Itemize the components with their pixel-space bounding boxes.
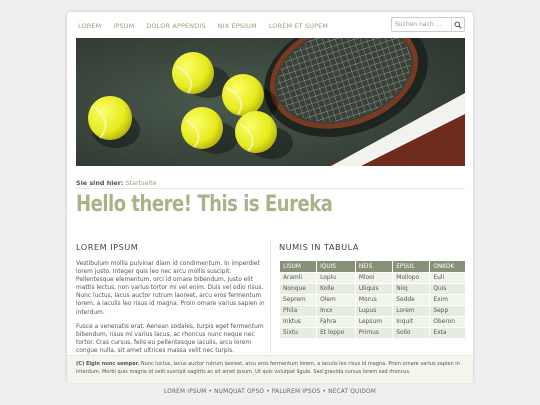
search-box[interactable]: Suchen nach ...	[391, 17, 465, 32]
table-cell: Inxx	[316, 305, 356, 317]
page-title: Hello there! This is Eureka	[76, 192, 333, 217]
search-input[interactable]: Suchen nach ...	[392, 21, 451, 28]
column-header: LISUM	[278, 260, 318, 273]
table-row: Nonque Kolle Uliquis Niiq Quis	[278, 283, 466, 295]
table-cell: Phila	[278, 305, 318, 317]
section-title-numis-in-tabula: NUMIS IN TABULA	[279, 242, 359, 252]
table-cell: Inktus	[278, 316, 318, 328]
table-cell: Sollo	[392, 327, 431, 339]
table-row: Seprem Olem Morus Sedde Exim	[278, 294, 466, 306]
table-row: Sixtu Et loppo Primus Sollo Exta	[278, 327, 466, 339]
data-table: LISUM IQUIS NEIS EPSUL ONKOK Aramli Lopl…	[278, 260, 466, 339]
table-cell: Loplu	[316, 272, 356, 284]
bottom-link[interactable]: NECAT QUIDOM	[328, 389, 376, 395]
table-cell: Exta	[429, 327, 466, 339]
table-cell: Sepp	[429, 305, 466, 317]
nav-item-lorem-et-supem[interactable]: LOREM ET SUPEM	[269, 19, 328, 37]
footer-copyright: (C) Elgin nunc semper.	[76, 361, 140, 367]
breadcrumb: Sie sind hier: Startseite	[76, 179, 157, 187]
table-row: Phila Inxx Lupus Lorem Sepp	[278, 305, 466, 317]
table-cell: Lupus	[354, 305, 394, 317]
table-cell: Primus	[354, 327, 394, 339]
table-cell: Euli	[429, 272, 466, 284]
table-cell: Niiq	[392, 283, 431, 295]
nav-item-lorem[interactable]: LOREM	[78, 19, 101, 37]
footer-text: (C) Elgin nunc semper. Nunc luctus, lacu…	[67, 356, 473, 376]
table-cell: Lepsum	[354, 316, 394, 328]
section-title-lorem-ipsum: LOREM IPSUM	[76, 242, 139, 252]
column-header: NEIS	[354, 260, 394, 273]
bottom-link[interactable]: LOREM IPSUM	[164, 389, 206, 395]
table-cell: Nonque	[278, 283, 318, 295]
table-cell: Olem	[316, 294, 356, 306]
table-cell: Inquit	[392, 316, 431, 328]
table-cell: Morus	[354, 294, 394, 306]
column-header: EPSUL	[392, 260, 431, 273]
table-cell: Et loppo	[316, 327, 356, 339]
nav-item-dolor-appendis[interactable]: DOLOR APPENDIS	[146, 19, 205, 37]
right-column: NUMIS IN TABULA LISUM IQUIS NEIS EPSUL O…	[278, 242, 466, 339]
table-cell: Uliquis	[354, 283, 394, 295]
table-cell: Kolle	[316, 283, 356, 295]
hero-image-tennis	[76, 38, 465, 166]
table-cell: Lorem	[392, 305, 431, 317]
table-cell: Quis	[429, 283, 466, 295]
table-cell: Mollopo	[392, 272, 431, 284]
paragraph: Vestibulum mollis pulvinar diam id condi…	[76, 261, 265, 316]
bottom-link[interactable]: NUMQUAT OPSO	[214, 389, 264, 395]
bottom-links: LOREM IPSUM • NUMQUAT OPSO • PALUREM IPS…	[0, 389, 540, 395]
table-cell: Fahra	[316, 316, 356, 328]
table-cell: Seprem	[278, 294, 318, 306]
paragraph: Fusce a venenatis erat. Aenean sodales, …	[76, 323, 264, 354]
table-cell: Mlooi	[354, 272, 394, 284]
divider	[76, 188, 465, 189]
column-header: ONKOK	[429, 260, 466, 273]
table-row: Aramli Loplu Mlooi Mollopo Euli	[278, 272, 466, 284]
table-cell: Sixtu	[278, 327, 318, 339]
nav-item-nix-epsium[interactable]: NIX EPSIUM	[218, 19, 257, 37]
search-icon	[454, 21, 462, 29]
table-cell: Aramli	[278, 272, 318, 284]
table-cell: Sedde	[392, 294, 431, 306]
search-button[interactable]	[451, 18, 464, 31]
column-divider	[270, 240, 271, 353]
breadcrumb-prefix: Sie sind hier:	[76, 179, 124, 187]
table-row: Inktus Fahra Lepsum Inquit Oberon	[278, 316, 466, 328]
page-container: LOREM IPSUM DOLOR APPENDIS NIX EPSIUM LO…	[67, 12, 473, 383]
left-column: LOREM IPSUM Vestibulum mollis pulvinar d…	[76, 242, 265, 361]
table-cell: Oberon	[429, 316, 466, 328]
bottom-link[interactable]: PALUREM IPSOS	[272, 389, 321, 395]
main-nav: LOREM IPSUM DOLOR APPENDIS NIX EPSIUM LO…	[78, 19, 340, 37]
column-header: IQUIS	[316, 260, 356, 273]
table-cell: Exim	[429, 294, 466, 306]
nav-item-ipsum[interactable]: IPSUM	[113, 19, 134, 37]
breadcrumb-current[interactable]: Startseite	[126, 179, 157, 187]
table-header-row: LISUM IQUIS NEIS EPSUL ONKOK	[278, 260, 466, 273]
footer-box: (C) Elgin nunc semper. Nunc luctus, lacu…	[67, 355, 473, 383]
